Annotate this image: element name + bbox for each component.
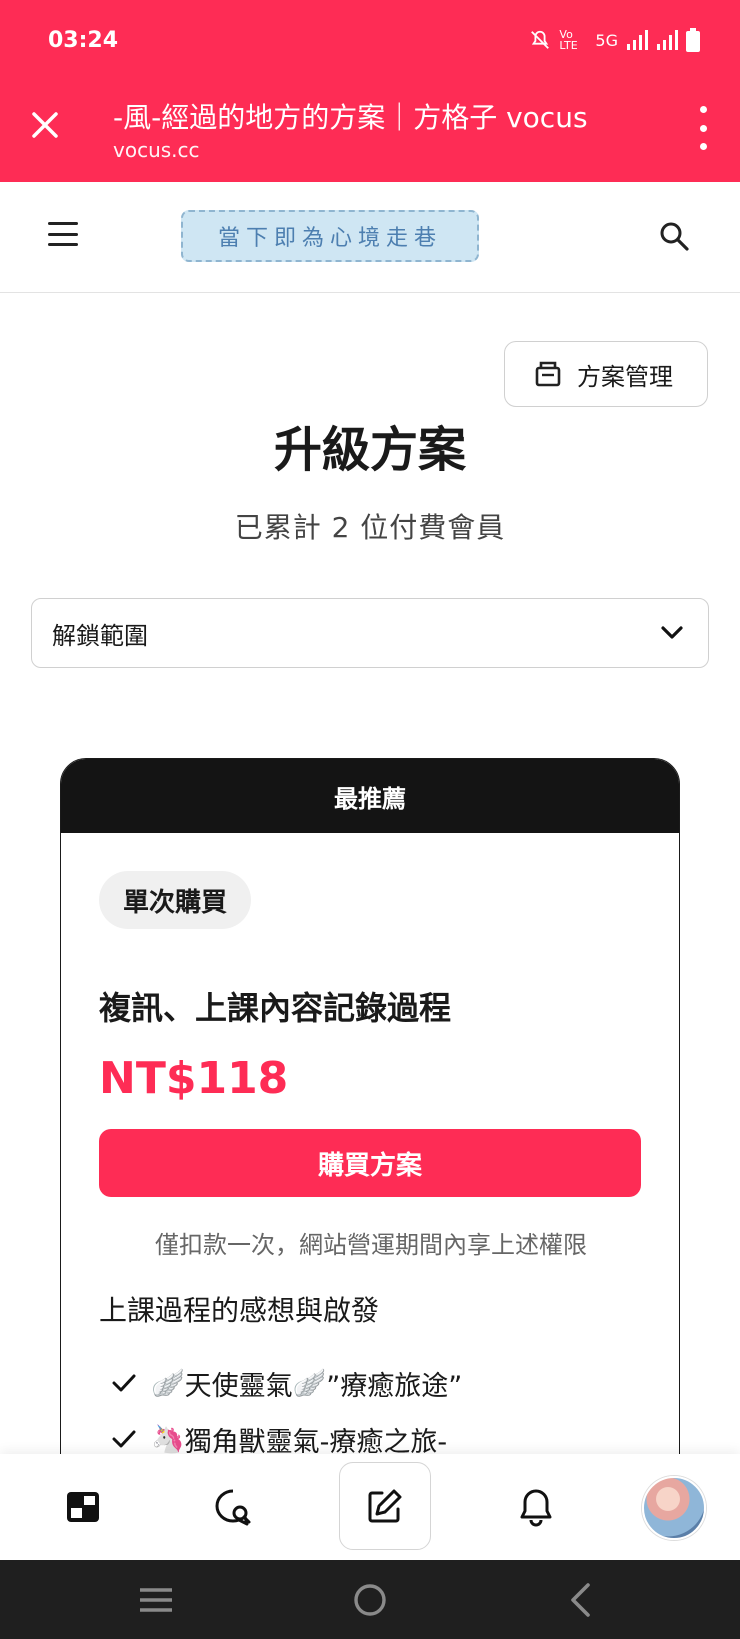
- more-options-button[interactable]: [688, 106, 718, 150]
- chevron-down-icon: [661, 626, 683, 639]
- signal-icon-2: [657, 30, 678, 50]
- dashboard-icon: [67, 1492, 99, 1522]
- nav-home[interactable]: [33, 1454, 133, 1560]
- site-header: 當下即為心境走巷: [0, 182, 740, 293]
- plan-management-button[interactable]: 方案管理: [504, 341, 708, 407]
- paid-members-count: 已累計 2 位付費會員: [234, 511, 506, 544]
- battery-icon: [686, 28, 700, 52]
- wing-icon: 🪽: [151, 1368, 185, 1399]
- search-icon[interactable]: [658, 220, 690, 252]
- plan-price: NT$118: [99, 1053, 289, 1104]
- close-button[interactable]: [22, 102, 68, 148]
- benefit-list: 🪽 天使靈氣 🪽 ”療癒旅途” 🦄 獨角獸靈氣-療癒之旅-: [99, 1355, 639, 1467]
- check-icon: [112, 1430, 136, 1448]
- plan-description: 上課過程的感想與啟發: [99, 1294, 380, 1327]
- menu-icon[interactable]: [48, 222, 78, 246]
- buy-plan-button[interactable]: 購買方案: [99, 1129, 641, 1197]
- unlock-scope-select[interactable]: 解鎖範圍: [31, 598, 709, 668]
- bottom-nav: [0, 1454, 740, 1560]
- page-title: -風-經過的地方的方案｜方格子 vocus: [113, 101, 588, 134]
- recommended-ribbon: 最推薦: [61, 759, 679, 833]
- page-heading: 升級方案: [273, 422, 466, 478]
- network-label: 5G: [595, 30, 618, 50]
- benefit-text: 獨角獸靈氣-療癒之旅-: [184, 1426, 448, 1458]
- benefit-text: 天使靈氣: [184, 1370, 293, 1402]
- system-nav-bar: [0, 1560, 740, 1639]
- site-logo[interactable]: 當下即為心境走巷: [181, 210, 479, 262]
- page-url: vocus.cc: [113, 138, 200, 162]
- mute-icon: [531, 30, 550, 49]
- recent-apps-icon[interactable]: [138, 1586, 174, 1614]
- home-icon[interactable]: [352, 1582, 388, 1618]
- edit-icon: [368, 1489, 402, 1523]
- wing-icon: 🪽: [292, 1368, 327, 1399]
- bell-icon: [520, 1489, 552, 1527]
- back-icon[interactable]: [568, 1582, 592, 1618]
- status-time: 03:24: [48, 28, 119, 53]
- nav-compose[interactable]: [339, 1462, 431, 1550]
- plan-name: 複訊、上課內容記錄過程: [99, 989, 452, 1027]
- nav-notifications[interactable]: [486, 1454, 586, 1560]
- unlock-scope-label: 解鎖範圍: [52, 621, 148, 650]
- check-icon: [112, 1374, 136, 1392]
- signal-icon: [627, 30, 648, 50]
- chat-search-icon: [215, 1489, 251, 1526]
- plan-management-label: 方案管理: [577, 362, 673, 391]
- status-icons: Vo LTE 5G: [529, 28, 700, 52]
- clipboard-icon: [535, 361, 561, 387]
- purchase-type-badge: 單次購買: [99, 871, 252, 929]
- volte-label: Vo LTE: [559, 28, 578, 52]
- plan-card: 最推薦 單次購買 複訊、上課內容記錄過程 NT$118 購買方案 僅扣款一次，網…: [60, 758, 680, 1518]
- benefit-item: 🪽 天使靈氣 🪽 ”療癒旅途”: [99, 1355, 639, 1411]
- logo-text: 當下即為心境走巷: [217, 226, 442, 251]
- avatar[interactable]: [642, 1476, 706, 1540]
- status-bar: 03:24 Vo LTE 5G: [0, 0, 740, 82]
- browser-toolbar: -風-經過的地方的方案｜方格子 vocus vocus.cc: [0, 82, 740, 182]
- close-icon: [32, 112, 58, 138]
- nav-discover[interactable]: [184, 1454, 284, 1560]
- payment-note: 僅扣款一次，網站營運期間內享上述權限: [155, 1231, 587, 1259]
- unicorn-icon: 🦄: [151, 1424, 185, 1455]
- benefit-text-suffix: ”療癒旅途”: [326, 1370, 463, 1402]
